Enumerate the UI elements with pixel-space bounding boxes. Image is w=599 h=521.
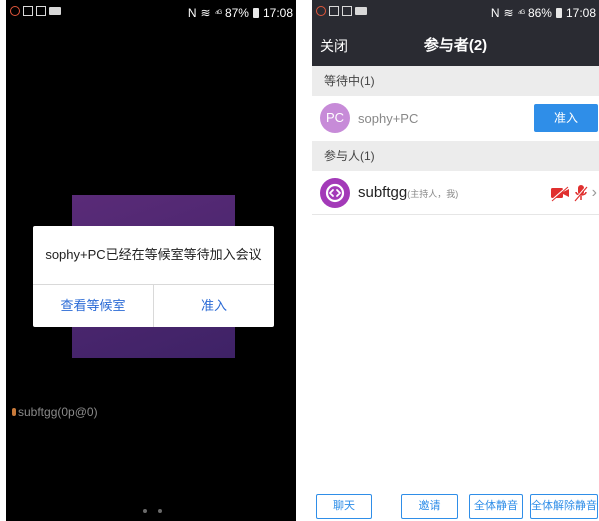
admit-button[interactable]: 准入 — [534, 104, 598, 132]
avatar-logo-icon — [325, 183, 345, 203]
wifi-icon: ≋ — [200, 6, 211, 20]
battery-percent: 87% — [224, 6, 249, 20]
invite-button[interactable]: 邀请 — [401, 494, 458, 519]
battery-icon — [555, 8, 562, 18]
participants-screen: N ≋ ⁴ᴳ 86% 17:08 参与者(2) 关闭 等待中(1) PC sop… — [312, 0, 599, 521]
notification-icons — [10, 6, 61, 16]
waiting-user-name: sophy+PC — [358, 111, 419, 126]
system-status: N ≋ ⁴ᴳ 86% 17:08 — [491, 6, 596, 20]
chat-button[interactable]: 聊天 — [316, 494, 372, 519]
sync-icon — [316, 6, 326, 16]
file-icon — [342, 6, 352, 16]
chevron-right-icon[interactable]: › — [592, 183, 597, 203]
video-name-text: subftgg(0p@0) — [18, 405, 98, 419]
image-icon — [329, 6, 339, 16]
nfc-icon: N — [490, 6, 500, 20]
system-status: N ≋ ⁴ᴳ 87% 17:08 — [188, 6, 293, 20]
avatar — [320, 178, 350, 208]
page-dot — [158, 509, 162, 513]
clock: 17:08 — [565, 6, 596, 20]
video-icon — [49, 7, 61, 15]
page-dot — [143, 509, 147, 513]
status-bar: N ≋ ⁴ᴳ 87% 17:08 — [6, 0, 296, 26]
signal-icon: ⁴ᴳ — [214, 8, 222, 18]
battery-percent: 86% — [527, 6, 552, 20]
sync-icon — [10, 6, 20, 16]
wifi-icon: ≋ — [503, 6, 514, 20]
waiting-room-dialog: sophy+PC已经在等候室等待加入会议 查看等候室 准入 — [33, 226, 274, 327]
participant-role: (主持人，我) — [407, 189, 459, 199]
participant-name: subftgg(主持人，我) — [358, 171, 458, 216]
avatar: PC — [320, 103, 350, 133]
video-icon — [355, 7, 367, 15]
bottom-toolbar: 聊天 邀请 全体静音 全体解除静音 — [312, 488, 599, 521]
battery-icon — [252, 8, 259, 18]
waiting-section-header: 等待中(1) — [312, 66, 599, 96]
signal-icon: ⁴ᴳ — [517, 8, 525, 18]
waiting-user-row[interactable]: PC sophy+PC 准入 — [312, 96, 599, 141]
dialog-message: sophy+PC已经在等候室等待加入会议 — [45, 247, 262, 262]
page-indicator — [143, 509, 162, 513]
close-button[interactable]: 关闭 — [320, 26, 348, 66]
status-bar: N ≋ ⁴ᴳ 86% 17:08 — [312, 0, 599, 26]
page-title: 参与者(2) — [423, 37, 488, 54]
participant-status-icons: › — [550, 183, 597, 203]
notification-icons — [316, 6, 367, 16]
video-off-icon — [550, 185, 569, 202]
participants-section-header: 参与人(1) — [312, 141, 599, 171]
participant-username: subftgg — [358, 184, 408, 201]
admit-button[interactable]: 准入 — [154, 285, 274, 327]
mic-icon — [12, 408, 16, 416]
unmute-all-button[interactable]: 全体解除静音 — [530, 494, 598, 519]
participants-header: 参与者(2) 关闭 — [312, 26, 599, 66]
file-icon — [36, 6, 46, 16]
view-waiting-room-button[interactable]: 查看等候室 — [33, 285, 153, 327]
mute-all-button[interactable]: 全体静音 — [469, 494, 523, 519]
participant-row[interactable]: subftgg(主持人，我) › — [312, 171, 599, 215]
video-name-label: subftgg(0p@0) — [12, 405, 98, 419]
image-icon — [23, 6, 33, 16]
meeting-screen: N ≋ ⁴ᴳ 87% 17:08 sophy+PC已经在等候室等待加入会议 查看… — [6, 0, 296, 521]
mic-muted-icon — [573, 185, 588, 202]
nfc-icon: N — [187, 6, 197, 20]
clock: 17:08 — [262, 6, 293, 20]
